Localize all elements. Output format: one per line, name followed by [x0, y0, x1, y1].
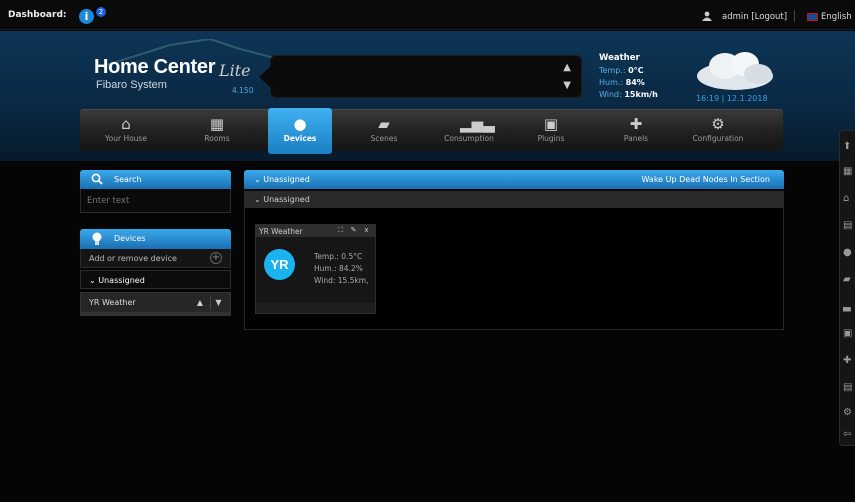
nav-configuration[interactable]: ⚙ Configuration — [678, 110, 758, 152]
section-title: Unassigned — [263, 175, 310, 184]
weather-title: Weather — [599, 53, 640, 63]
room-title: Unassigned — [263, 195, 310, 204]
quick-access-dock: ⬆ ▦ ⌂ ▤ ● ▰ ▃ ▣ ✚ ▤ ⚙ ⇦ — [839, 130, 855, 446]
weather-widget: Weather Temp.: 0°C Hum.: 84% Wind: 15km/… — [599, 52, 658, 101]
device-name: YR Weather — [259, 227, 303, 236]
language-selector[interactable]: English — [821, 12, 852, 22]
time-date: 16:19 | 12.1.2018 — [696, 94, 768, 103]
weather-hum: Hum.: 84% — [599, 78, 645, 87]
arrow-up-icon[interactable]: ⬆ — [843, 141, 854, 152]
chevron-up-icon[interactable]: ▲ — [563, 62, 571, 73]
rooms-icon[interactable]: ▦ — [843, 166, 854, 177]
uk-flag-icon — [807, 13, 818, 21]
move-up-button[interactable]: ▲ — [192, 295, 208, 310]
search-box — [80, 189, 231, 213]
gears-icon[interactable]: ⚙ — [843, 407, 854, 418]
brand-title: Home Center — [94, 56, 216, 78]
add-remove-device[interactable]: Add or remove device + — [80, 249, 231, 268]
rooms-icon: ▦ — [209, 115, 225, 133]
bulb-icon — [92, 232, 102, 245]
house-icon: ⌂ — [121, 115, 131, 133]
device-card[interactable]: YR Weather ⛶ ✎ x YR Temp.: 0.5°C Hum.: 8… — [255, 224, 376, 314]
plugin-box-icon: ▣ — [543, 115, 559, 133]
device-temp: Temp.: 0.5°C — [314, 252, 363, 261]
divider — [794, 10, 795, 22]
search-title: Search — [114, 175, 142, 184]
device-list-item[interactable]: YR Weather ▲ ▼ — [80, 292, 231, 313]
brand-lite: Lite — [219, 61, 251, 80]
device-values: Temp.: 0.5°C Hum.: 84.2% Wind: 15.5km, — [314, 251, 369, 287]
divider — [80, 313, 231, 316]
notification-count-badge[interactable]: 2 — [96, 7, 106, 17]
nav-devices[interactable]: ● Devices — [268, 108, 332, 154]
info-icon[interactable]: i — [79, 9, 94, 24]
bar-chart-icon[interactable]: ▃ — [843, 301, 854, 312]
cloud-icon — [697, 52, 773, 90]
search-panel-header: Search — [80, 170, 231, 189]
user-icon — [702, 11, 712, 21]
nav-panels[interactable]: ✚ Panels — [596, 110, 676, 152]
clapper-icon: ▰ — [378, 115, 390, 133]
dashboard-label: Dashboard: — [8, 10, 67, 20]
bulb-icon[interactable]: ● — [843, 247, 854, 258]
search-icon — [91, 173, 103, 185]
add-circle-icon[interactable]: + — [210, 252, 222, 264]
notification-ticker: ▲ ▼ — [259, 55, 582, 98]
nav-plugins[interactable]: ▣ Plugins — [511, 110, 591, 152]
rooms-icon[interactable]: ▤ — [843, 220, 854, 231]
bulb-icon: ● — [293, 115, 307, 133]
device-card-header: YR Weather ⛶ ✎ x — [256, 225, 375, 237]
weather-wind: Wind: 15km/h — [599, 90, 658, 99]
clapper-icon[interactable]: ▰ — [843, 274, 854, 285]
device-card-footer — [256, 303, 375, 313]
devices-panel-header: Devices — [80, 229, 231, 249]
top-bar: Dashboard: i 2 admin [Logout] English — [0, 0, 855, 30]
brand-subtitle: Fibaro System — [96, 79, 167, 91]
user-logout-link[interactable]: admin [Logout] — [722, 12, 787, 22]
bar-chart-icon: ▂▅▃ — [460, 115, 495, 133]
section-header[interactable]: ⌄ Unassigned Wake Up Dead Nodes In Secti… — [244, 170, 784, 189]
weather-temp: Temp.: 0°C — [599, 66, 644, 75]
close-icon[interactable]: x — [362, 226, 371, 235]
wrench-icon[interactable]: ✎ — [349, 226, 358, 235]
device-hum: Hum.: 84.2% — [314, 264, 363, 273]
expand-icon[interactable]: ⛶ — [336, 226, 345, 235]
devices-title: Devices — [114, 234, 146, 243]
yr-logo: YR — [264, 249, 295, 280]
search-input[interactable] — [81, 189, 230, 212]
gears-icon: ⚙ — [711, 115, 725, 133]
nav-your-house[interactable]: ⌂ Your House — [86, 110, 166, 152]
move-down-button[interactable]: ▼ — [210, 295, 226, 310]
device-wind: Wind: 15.5km, — [314, 276, 369, 285]
document-icon[interactable]: ▤ — [843, 382, 854, 393]
version-label: 4.150 — [232, 86, 254, 95]
nav-consumption[interactable]: ▂▅▃ Consumption — [429, 110, 509, 152]
unassigned-group[interactable]: ⌄ Unassigned — [80, 270, 231, 289]
chevron-down-icon[interactable]: ▼ — [563, 80, 571, 91]
wake-up-dead-nodes-button[interactable]: Wake Up Dead Nodes In Section — [642, 175, 770, 184]
nav-scenes[interactable]: ▰ Scenes — [344, 110, 424, 152]
panels-icon[interactable]: ✚ — [843, 355, 854, 366]
main-nav: ⌂ Your House ▦ Rooms ● Devices ▰ Scenes … — [80, 108, 783, 154]
panels-icon: ✚ — [629, 115, 643, 133]
logout-icon[interactable]: ⇦ — [843, 429, 854, 440]
nav-rooms[interactable]: ▦ Rooms — [177, 110, 257, 152]
room-header[interactable]: ⌄ Unassigned — [244, 191, 784, 208]
house-icon[interactable]: ⌂ — [843, 193, 854, 204]
plugin-box-icon[interactable]: ▣ — [843, 328, 854, 339]
